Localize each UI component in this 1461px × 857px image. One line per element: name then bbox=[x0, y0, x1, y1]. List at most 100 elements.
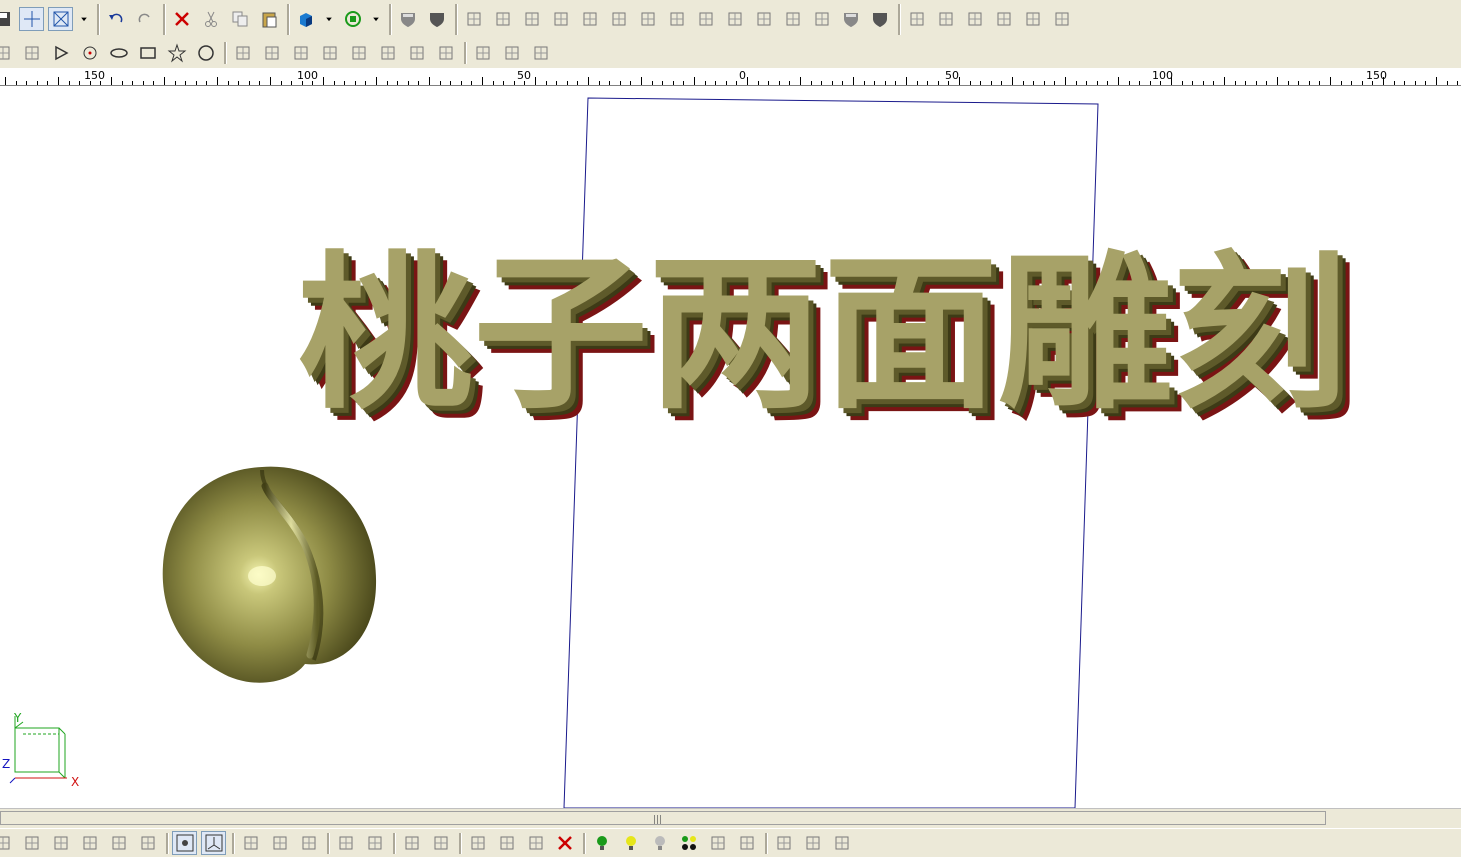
snap-cross-icon[interactable] bbox=[751, 7, 776, 31]
light-yellow-icon[interactable] bbox=[618, 831, 643, 855]
pattern-icon[interactable] bbox=[528, 41, 553, 65]
arrow-x2-icon[interactable] bbox=[428, 831, 453, 855]
origin-icon[interactable] bbox=[201, 831, 226, 855]
arc-icon[interactable] bbox=[0, 41, 15, 65]
bezier-icon[interactable] bbox=[19, 41, 44, 65]
ellipse-icon[interactable] bbox=[106, 41, 131, 65]
redo-icon[interactable] bbox=[132, 7, 157, 31]
ruler-tick bbox=[122, 81, 123, 85]
trim-icon[interactable] bbox=[259, 41, 284, 65]
arc-snap-icon[interactable] bbox=[48, 831, 73, 855]
mirror-icon[interactable] bbox=[499, 41, 524, 65]
target-icon[interactable] bbox=[77, 41, 102, 65]
snap-icon[interactable] bbox=[0, 831, 15, 855]
paste-icon[interactable] bbox=[256, 7, 281, 31]
cut-icon[interactable] bbox=[198, 7, 223, 31]
light-green-icon[interactable] bbox=[589, 831, 614, 855]
list-icon[interactable] bbox=[523, 831, 548, 855]
transform2-icon[interactable] bbox=[494, 831, 519, 855]
group-icon[interactable] bbox=[780, 7, 805, 31]
shield-icon[interactable] bbox=[395, 7, 420, 31]
ruler-tick bbox=[641, 77, 642, 85]
skew-icon[interactable] bbox=[548, 7, 573, 31]
add-point-icon[interactable] bbox=[904, 7, 929, 31]
save-icon[interactable] bbox=[0, 7, 15, 31]
lights-icon[interactable] bbox=[676, 831, 701, 855]
align-icon[interactable] bbox=[461, 7, 486, 31]
toolbar-separator bbox=[163, 4, 166, 35]
light-gray-icon[interactable] bbox=[647, 831, 672, 855]
ruler-tick bbox=[450, 81, 451, 85]
scrollbar-thumb[interactable]: ||| bbox=[0, 811, 1326, 825]
circle-snap-icon[interactable] bbox=[77, 831, 102, 855]
grid-icon[interactable] bbox=[606, 7, 631, 31]
grid-point-icon[interactable] bbox=[172, 831, 197, 855]
ungroup-icon[interactable] bbox=[809, 7, 834, 31]
offset-icon[interactable] bbox=[375, 41, 400, 65]
transform-icon[interactable] bbox=[465, 831, 490, 855]
distribute-icon[interactable] bbox=[490, 7, 515, 31]
ruler-tick bbox=[1118, 77, 1119, 85]
ruler-tick bbox=[1425, 81, 1426, 85]
tangent-icon[interactable] bbox=[135, 831, 160, 855]
shield-dark-icon[interactable] bbox=[424, 7, 449, 31]
render-cube-icon[interactable] bbox=[293, 7, 318, 31]
undo-icon[interactable] bbox=[103, 7, 128, 31]
angle-icon[interactable] bbox=[1020, 7, 1045, 31]
box-icon[interactable] bbox=[577, 7, 602, 31]
dropdown-icon[interactable] bbox=[322, 7, 336, 31]
array-icon[interactable] bbox=[470, 41, 495, 65]
node-icon[interactable] bbox=[664, 7, 689, 31]
corner-icon[interactable] bbox=[346, 41, 371, 65]
lasso-icon[interactable] bbox=[1049, 7, 1074, 31]
rotate-view-icon[interactable] bbox=[340, 7, 365, 31]
fillet-icon[interactable] bbox=[288, 41, 313, 65]
snap-grid-icon[interactable] bbox=[722, 7, 747, 31]
horizontal-scrollbar[interactable]: ||| bbox=[0, 808, 1461, 829]
spiral-icon[interactable] bbox=[693, 7, 718, 31]
ruler-tick bbox=[376, 77, 377, 85]
plane-icon[interactable] bbox=[333, 831, 358, 855]
ruler-tick bbox=[461, 81, 462, 85]
diamond2-icon[interactable] bbox=[267, 831, 292, 855]
inset-icon[interactable] bbox=[433, 41, 458, 65]
scissors-icon[interactable] bbox=[230, 41, 255, 65]
viewport-3d[interactable]: 桃子两面雕刻 桃子两面雕刻 桃子两面雕刻 桃子两面雕刻 Y Z X bbox=[0, 86, 1461, 808]
diamond-icon[interactable] bbox=[238, 831, 263, 855]
circle-icon[interactable] bbox=[193, 41, 218, 65]
diamond3-icon[interactable] bbox=[296, 831, 321, 855]
arrow-left-icon[interactable] bbox=[705, 831, 730, 855]
delete-icon[interactable] bbox=[169, 7, 194, 31]
plane2-icon[interactable] bbox=[362, 831, 387, 855]
dropdown-icon[interactable] bbox=[369, 7, 383, 31]
shield-icon[interactable] bbox=[838, 7, 863, 31]
copy-icon[interactable] bbox=[227, 7, 252, 31]
snap-toolbar bbox=[0, 828, 1461, 857]
ruler-tick bbox=[281, 81, 282, 85]
triangle-icon[interactable] bbox=[48, 41, 73, 65]
cursor-cross-icon[interactable] bbox=[19, 7, 44, 31]
peach-model[interactable] bbox=[162, 466, 377, 683]
arrow-x-icon[interactable] bbox=[399, 831, 424, 855]
delete-icon[interactable] bbox=[552, 831, 577, 855]
shield-dark-icon[interactable] bbox=[867, 7, 892, 31]
ruler-tick bbox=[726, 81, 727, 85]
scale-icon[interactable] bbox=[962, 7, 987, 31]
select-box-icon[interactable] bbox=[48, 7, 73, 31]
cross-icon[interactable] bbox=[19, 831, 44, 855]
perpendicular-icon[interactable] bbox=[106, 831, 131, 855]
star-icon[interactable] bbox=[164, 41, 189, 65]
arrow-right-icon[interactable] bbox=[734, 831, 759, 855]
curve-icon[interactable] bbox=[635, 7, 660, 31]
chamfer-icon[interactable] bbox=[317, 41, 342, 65]
rectangle-icon[interactable] bbox=[135, 41, 160, 65]
slot-icon[interactable] bbox=[404, 41, 429, 65]
gear-icon[interactable] bbox=[519, 7, 544, 31]
ruler-tick bbox=[514, 81, 515, 85]
crop-icon[interactable] bbox=[991, 7, 1016, 31]
dropdown-icon[interactable] bbox=[77, 7, 91, 31]
measure-icon[interactable] bbox=[933, 7, 958, 31]
lamp-icon[interactable] bbox=[829, 831, 854, 855]
book-icon[interactable] bbox=[771, 831, 796, 855]
layers-icon[interactable] bbox=[800, 831, 825, 855]
